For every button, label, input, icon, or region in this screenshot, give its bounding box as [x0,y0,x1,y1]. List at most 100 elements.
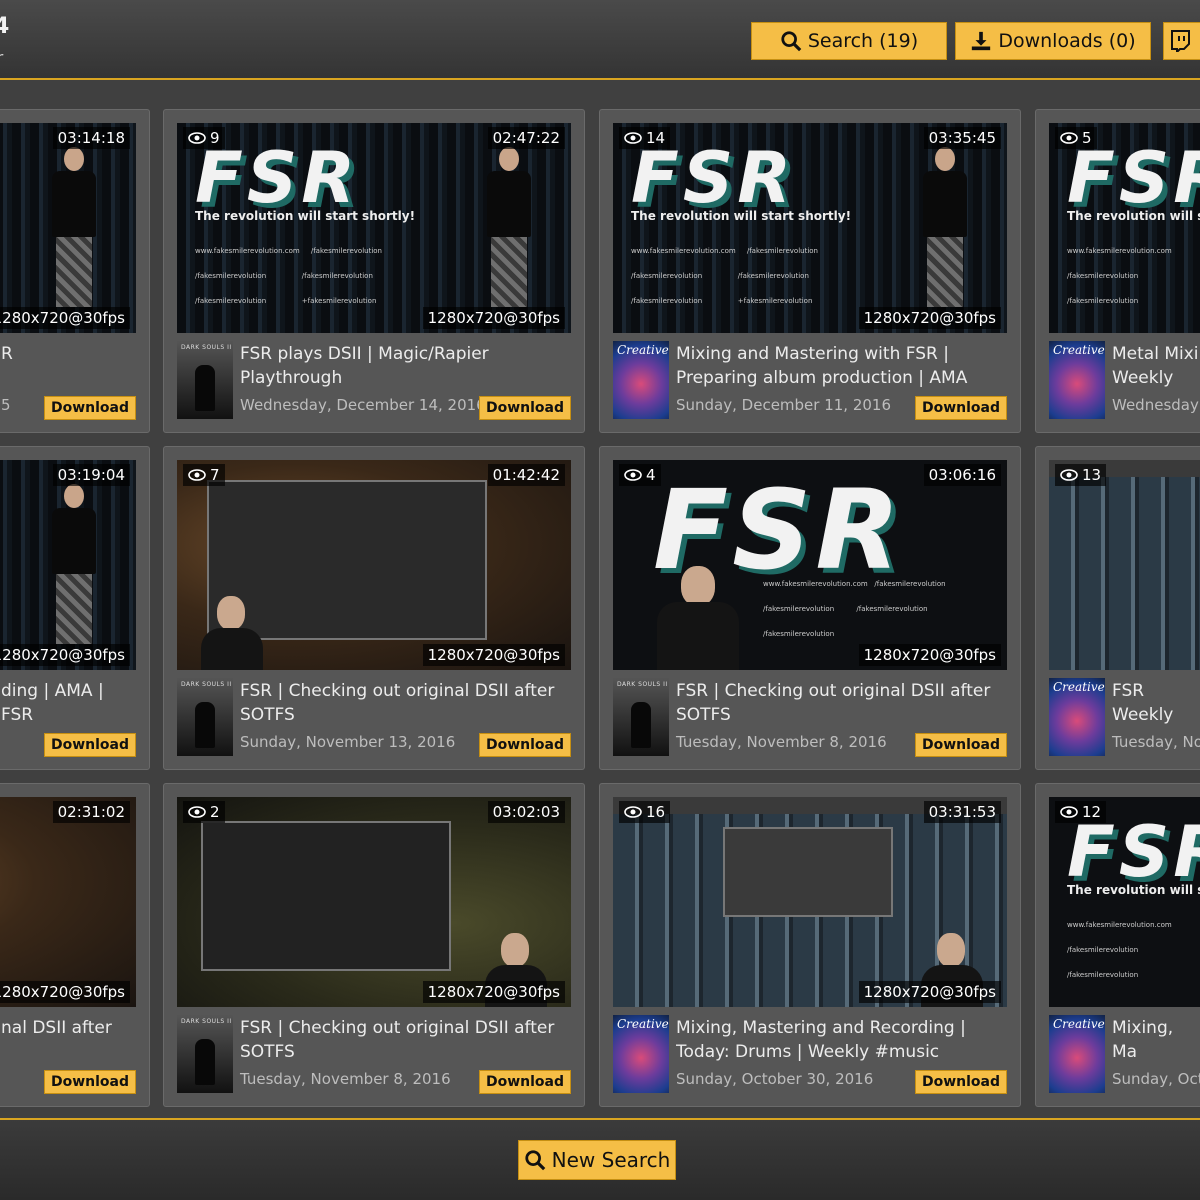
website-text: www.fakesmilerevolution.com [763,580,868,588]
video-date: Sunday, October 30, 2016 [676,1070,874,1088]
video-title[interactable]: FSR | Checking out original DSII after S… [240,1016,574,1064]
video-card[interactable]: 13 Creative FSR Weekly Recording Tuesday… [1035,446,1200,770]
video-thumbnail[interactable]: 13 [1049,460,1200,670]
resolution-badge: 1280x720@30fps [858,644,1001,666]
video-title[interactable]: R [1,342,131,366]
download-button[interactable]: Download [914,1070,1007,1094]
view-count: 9 [210,129,220,147]
video-title[interactable]: nal DSII after [1,1016,141,1040]
video-title[interactable]: Mixing and Mastering with FSR | Preparin… [676,342,1010,390]
download-button[interactable]: Download [43,733,136,757]
download-button[interactable]: Download [478,1070,571,1094]
video-thumbnail[interactable]: FSR The revolution will start shortly! w… [1049,797,1200,1007]
download-button[interactable]: Download [43,1070,136,1094]
view-count: 5 [1082,129,1092,147]
video-card[interactable]: 02:31:02 1280x720@30fps nal DSII after D… [0,783,150,1107]
video-thumbnail[interactable]: 16 03:31:53 1280x720@30fps [613,797,1007,1007]
thumb-socials: www.fakesmilerevolution.com /fakesmilere… [1067,921,1200,996]
video-thumbnail[interactable]: FSR The revolution will start shortly! w… [613,123,1007,333]
video-card[interactable]: FSR The revolution will start shortly! w… [599,109,1021,433]
video-date: Tuesday, November 8, 2016 [240,1070,451,1088]
download-button[interactable]: Download [914,733,1007,757]
view-count-badge: 2 [183,801,225,823]
ds-cover-text: DARK SOULS II [181,1018,232,1025]
streamer-figure [46,147,102,307]
creative-logo: Creative [617,1017,669,1031]
view-count: 14 [646,129,666,147]
video-title[interactable]: Mixing, Mastering and Recording | Today:… [676,1016,1010,1064]
video-card[interactable]: 7 01:42:42 1280x720@30fps DARK SOULS II … [163,446,585,770]
view-count: 2 [210,803,220,821]
downloads-button-label: Downloads (0) [998,30,1136,52]
video-thumbnail[interactable]: 7 01:42:42 1280x720@30fps [177,460,571,670]
video-title[interactable]: ding | AMA | FSR [1,679,141,727]
thumb-socials: www.fakesmilerevolution.com /fakesmilere… [1067,247,1200,322]
resolution-badge: 1280x720@30fps [858,307,1001,329]
downloads-button[interactable]: Downloads (0) [955,22,1151,60]
video-date: Wednesday, December 14, 2016 [240,396,486,414]
video-thumbnail[interactable]: 03:19:04 1280x720@30fps [0,460,136,670]
video-title[interactable]: FSR plays DSII | Magic/Rapier Playthroug… [240,342,574,390]
soundcloud-handle: /fakesmilerevolution [631,297,703,305]
streamer-figure [917,147,973,307]
download-button[interactable]: Download [478,733,571,757]
youtube-handle: /fakesmilerevolution [763,605,835,613]
new-search-label: New Search [551,1148,671,1172]
search-icon [781,31,802,52]
video-card[interactable]: FSR The revolution will start shortly! w… [1035,109,1200,433]
video-thumbnail[interactable]: FSR The revolution will start shortly! w… [1049,123,1200,333]
video-card[interactable]: FSR www.fakesmilerevolution.com /fakesmi… [599,446,1021,770]
duration-badge: 03:31:53 [923,801,1001,823]
streamer-figure [46,484,102,644]
video-title[interactable]: FSR | Checking out original DSII after S… [240,679,574,727]
download-button[interactable]: Download [478,396,571,420]
resolution-badge: 1280x720@30fps [858,981,1001,1003]
youtube-handle: /fakesmilerevolution [195,272,267,280]
plugin-window [723,827,893,917]
video-card[interactable]: FSR The revolution will start shortly! w… [1035,783,1200,1107]
app-header: 4 r Search (19) Downloads (0) [0,0,1200,80]
duration-badge: 03:35:45 [923,127,1001,149]
video-thumbnail[interactable]: 2 03:02:03 1280x720@30fps [177,797,571,1007]
chat-button[interactable] [1163,22,1200,60]
website-text: www.fakesmilerevolution.com [1067,247,1172,255]
fsr-logo: FSR [195,137,360,219]
resolution-badge: 1280x720@30fps [422,307,565,329]
video-card[interactable]: 03:19:04 1280x720@30fps ding | AMA | FSR… [0,446,150,770]
download-button[interactable]: Download [914,396,1007,420]
channel-subtitle: r [0,48,3,67]
soundcloud-handle: /fakesmilerevolution [763,630,835,638]
video-title[interactable]: FSR Weekly Recording [1112,679,1200,727]
video-thumbnail[interactable]: 03:14:18 1280x720@30fps [0,123,136,333]
creative-logo: Creative [1053,680,1105,694]
download-button[interactable]: Download [43,396,136,420]
video-card[interactable]: 2 03:02:03 1280x720@30fps DARK SOULS II … [163,783,585,1107]
view-count-badge: 5 [1055,127,1097,149]
video-title[interactable]: FSR | Checking out original DSII after S… [676,679,1010,727]
view-count-badge: 7 [183,464,225,486]
search-button-label: Search (19) [807,30,919,52]
thumb-tagline: The revolution will start shortly! [195,209,416,223]
view-count: 16 [646,803,666,821]
search-button[interactable]: Search (19) [751,22,947,60]
video-card[interactable]: 03:14:18 1280x720@30fps R 5 Download [0,109,150,433]
video-title[interactable]: Metal Mixi Weekly #m [1112,342,1200,390]
website-text: www.fakesmilerevolution.com [631,247,736,255]
video-card[interactable]: 16 03:31:53 1280x720@30fps Creative Mixi… [599,783,1021,1107]
inventory-window [201,821,451,971]
new-search-button[interactable]: New Search [518,1140,676,1180]
video-thumbnail[interactable]: FSR www.fakesmilerevolution.com /fakesmi… [613,460,1007,670]
thumb-tagline: The revolution will start shortly! [1067,209,1200,223]
youtube-handle: /fakesmilerevolution [1067,946,1139,954]
video-title[interactable]: Mixing, Ma Weekly #m [1112,1016,1200,1064]
album-cover-image: Creative [1049,341,1105,419]
video-date: Sunday, December 11, 2016 [676,396,892,414]
video-thumbnail[interactable]: 02:31:02 1280x720@30fps [0,797,136,1007]
gplus-handle: +fakesmilerevolution [737,297,813,305]
video-date: Tuesday, November 8, 2016 [676,733,887,751]
video-thumbnail[interactable]: FSR The revolution will start shortly! w… [177,123,571,333]
channel-title: 4 [0,14,10,39]
twitch-chat-icon [1171,30,1190,52]
video-card[interactable]: FSR The revolution will start shortly! w… [163,109,585,433]
view-count-badge: 9 [183,127,225,149]
